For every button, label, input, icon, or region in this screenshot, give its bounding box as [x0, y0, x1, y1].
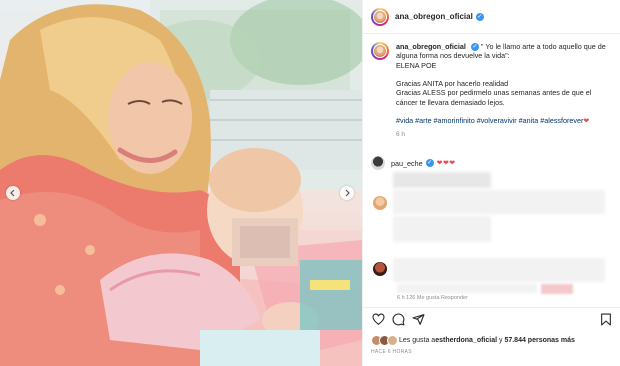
post-header: ana_obregon_oficial ✓ [363, 0, 620, 34]
comment: pau_eche ✓ ❤❤❤ [371, 156, 456, 170]
comment-username[interactable]: pau_eche [391, 159, 423, 168]
post-actions [363, 307, 620, 331]
caption-line: cáncer te llevara demasiado lejos. [396, 97, 505, 107]
caption-text: ana_obregon_oficial ✓ " Yo le llamo arte… [396, 42, 617, 139]
blurred-comment [397, 284, 537, 293]
comment-avatar[interactable] [373, 196, 387, 210]
blurred-comment [393, 216, 491, 242]
likes-middle: y [497, 337, 505, 344]
comment-button[interactable] [391, 313, 405, 327]
caption-line: alguna forma nos devuelve la vida": [396, 51, 510, 61]
share-icon [412, 314, 424, 325]
bookmark-icon [601, 313, 611, 326]
comment-icon [392, 313, 404, 326]
post-photo[interactable] [0, 0, 362, 366]
caption-line: Gracias ANITA por hacerlo realidad [396, 79, 509, 89]
caption-line: " Yo le llamo arte a todo aquello que de [480, 42, 606, 51]
carousel-prev-button[interactable] [6, 186, 20, 200]
blurred-comment [541, 284, 573, 294]
share-button[interactable] [411, 313, 425, 327]
likes-summary: Les gusta a estherdona_oficial y 57.844 … [371, 335, 575, 346]
likes-count[interactable]: 57.844 personas más [504, 337, 574, 344]
header-username[interactable]: ana_obregon_oficial [395, 12, 473, 21]
post-timestamp: HACE 6 HORAS [371, 349, 412, 355]
comment-meta: 6 h 126 Me gusta Responder [397, 295, 468, 301]
comment-avatar[interactable] [373, 262, 387, 276]
chevron-right-icon [345, 189, 350, 197]
chevron-left-icon [10, 189, 15, 197]
liker-avatars [371, 335, 398, 346]
caption-line: Gracias ALESS por pedirmelo unas semanas… [396, 88, 592, 98]
verified-icon: ✓ [425, 159, 434, 167]
caption-line: ELENA POE [396, 60, 437, 70]
avatar [387, 335, 398, 346]
save-button[interactable] [599, 313, 613, 327]
carousel-next-button[interactable] [340, 186, 354, 200]
author-avatar[interactable] [371, 7, 389, 26]
blurred-comment [393, 172, 491, 188]
like-button[interactable] [371, 313, 385, 327]
caption-time: 6 h [396, 130, 406, 138]
comment-avatar[interactable] [371, 156, 385, 170]
caption-username[interactable]: ana_obregon_oficial [396, 42, 466, 51]
verified-icon: ✓ [470, 43, 479, 52]
caption-hashtags[interactable]: #vida #arte #amorinfinito #volveravivir … [396, 116, 583, 125]
blurred-comment [393, 190, 605, 214]
verified-icon: ✓ [475, 12, 484, 21]
comment-text: ❤❤❤ [436, 160, 456, 167]
post-side-panel: ana_obregon_oficial ✓ ana_obregon_oficia… [362, 0, 620, 366]
heart-emoji: ❤ [583, 116, 590, 126]
photo-illustration [0, 0, 362, 366]
likes-user[interactable]: estherdona_oficial [435, 337, 497, 344]
heart-icon [372, 313, 384, 326]
blurred-comment [393, 258, 605, 282]
caption-block: ana_obregon_oficial ✓ " Yo le llamo arte… [371, 42, 617, 139]
likes-prefix: Les gusta a [399, 337, 436, 344]
caption-avatar[interactable] [371, 42, 389, 60]
